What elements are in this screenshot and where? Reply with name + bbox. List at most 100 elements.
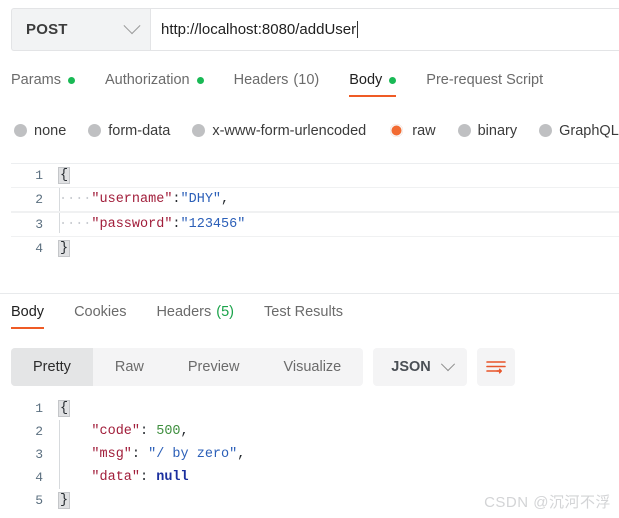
json-colon: : xyxy=(140,424,157,439)
code-line: 4 "data": null xyxy=(11,466,619,489)
code-content: "code": 500, xyxy=(59,424,189,439)
json-colon: : xyxy=(140,470,157,485)
line-number: 3 xyxy=(35,217,43,232)
body-type-radio-group: none form-data x-www-form-urlencoded raw… xyxy=(14,122,619,139)
body-type-form-data-label: form-data xyxy=(108,122,171,139)
code-line: 3 ····"password":"123456" xyxy=(11,212,619,237)
body-type-graphql-label: GraphQL xyxy=(559,122,619,139)
json-colon: : xyxy=(131,447,149,462)
json-comma: , xyxy=(221,192,230,207)
code-content: { xyxy=(57,167,71,184)
code-line: 3 "msg": "/ by zero", xyxy=(11,443,619,466)
url-bar: POST http://localhost:8080/addUser xyxy=(11,8,619,51)
open-brace: { xyxy=(57,167,71,184)
json-key: "username" xyxy=(91,192,173,207)
postman-window: POST http://localhost:8080/addUser Param… xyxy=(0,0,619,518)
body-type-none[interactable]: none xyxy=(14,123,66,139)
code-content: ····"username":"DHY", xyxy=(59,192,229,207)
response-format-value: JSON xyxy=(391,359,431,375)
body-type-none-label: none xyxy=(34,122,67,139)
json-key: "password" xyxy=(91,217,173,232)
line-number: 3 xyxy=(35,447,43,462)
radio-icon xyxy=(539,124,553,137)
json-colon: : xyxy=(172,217,181,232)
code-content: { xyxy=(57,400,71,417)
open-brace: { xyxy=(57,400,71,417)
status-dot-icon xyxy=(196,76,204,84)
json-comma: , xyxy=(180,424,189,439)
response-format-select[interactable]: JSON xyxy=(373,348,467,386)
body-type-binary[interactable]: binary xyxy=(457,122,518,139)
view-mode-pretty[interactable]: Pretty xyxy=(11,348,93,386)
chevron-down-icon xyxy=(440,357,455,372)
json-key: "data" xyxy=(91,470,141,485)
watermark: CSDN @沉河不浮 xyxy=(484,494,611,511)
line-number: 1 xyxy=(35,168,43,183)
radio-icon xyxy=(457,124,471,137)
json-value: "123456" xyxy=(180,217,246,232)
response-tab-cookies-label: Cookies xyxy=(74,304,127,320)
code-content: } xyxy=(57,240,71,257)
body-type-raw[interactable]: raw xyxy=(388,122,436,139)
chevron-down-icon xyxy=(123,16,141,34)
response-tab-test-results[interactable]: Test Results xyxy=(264,304,343,329)
tab-params-label: Params xyxy=(11,72,61,88)
view-mode-raw[interactable]: Raw xyxy=(93,348,166,386)
body-type-raw-label: raw xyxy=(412,122,436,139)
response-tabs: Body Cookies Headers (5) Test Results xyxy=(11,304,373,329)
response-tab-headers-count: (5) xyxy=(216,304,234,320)
body-type-binary-label: binary xyxy=(477,122,518,139)
indent-dots: ···· xyxy=(59,192,92,207)
word-wrap-button[interactable] xyxy=(476,348,515,386)
tab-pre-request-script[interactable]: Pre-request Script xyxy=(426,72,543,97)
tab-params[interactable]: Params xyxy=(11,72,75,97)
body-type-x-www-form-urlencoded[interactable]: x-www-form-urlencoded xyxy=(192,123,366,139)
word-wrap-icon xyxy=(485,361,506,374)
http-method-select[interactable]: POST xyxy=(11,8,150,51)
view-mode-visualize[interactable]: Visualize xyxy=(261,348,363,386)
indent-dots: ···· xyxy=(59,217,92,232)
code-content: "msg": "/ by zero", xyxy=(59,447,245,462)
tab-authorization[interactable]: Authorization xyxy=(105,72,204,97)
response-view-mode-group: Pretty Raw Preview Visualize xyxy=(11,348,364,386)
radio-icon xyxy=(14,124,27,137)
view-mode-preview[interactable]: Preview xyxy=(166,348,262,386)
response-format-toolbar: Pretty Raw Preview Visualize JSON xyxy=(11,348,515,386)
close-brace: } xyxy=(57,492,71,509)
text-caret xyxy=(357,21,359,38)
radio-icon xyxy=(192,124,206,137)
tab-headers[interactable]: Headers (10) xyxy=(234,72,320,97)
line-number: 5 xyxy=(35,493,43,508)
body-type-graphql[interactable]: GraphQL xyxy=(539,123,619,139)
code-content: ····"password":"123456" xyxy=(59,217,245,232)
request-body-editor[interactable]: 1 { 2 ····"username":"DHY", 3 ····"passw… xyxy=(11,163,619,286)
json-key: "code" xyxy=(91,424,141,439)
line-number: 2 xyxy=(35,424,43,439)
response-tab-headers[interactable]: Headers (5) xyxy=(156,304,234,329)
line-number: 2 xyxy=(35,192,43,207)
body-type-form-data[interactable]: form-data xyxy=(88,123,170,139)
radio-icon xyxy=(88,124,102,137)
response-tab-cookies[interactable]: Cookies xyxy=(74,304,126,329)
tab-body[interactable]: Body xyxy=(349,72,397,97)
code-content: } xyxy=(57,492,71,509)
status-dot-icon xyxy=(67,76,75,84)
json-value: "DHY" xyxy=(180,192,222,207)
status-dot-icon xyxy=(389,76,397,84)
code-line: 4 } xyxy=(11,237,619,260)
tab-pre-request-script-label: Pre-request Script xyxy=(426,72,544,88)
tab-body-label: Body xyxy=(349,72,383,88)
response-tab-body-label: Body xyxy=(11,304,45,320)
request-tabs: Params Authorization Headers (10) Body P… xyxy=(11,72,573,97)
response-tab-body[interactable]: Body xyxy=(11,304,45,329)
tab-authorization-label: Authorization xyxy=(104,72,190,88)
json-value: "/ by zero" xyxy=(148,447,238,462)
tab-headers-label: Headers xyxy=(233,72,289,88)
json-value: null xyxy=(156,470,189,485)
close-brace: } xyxy=(57,240,71,257)
url-input[interactable]: http://localhost:8080/addUser xyxy=(150,8,619,51)
code-content: "data": null xyxy=(59,470,189,485)
body-type-x-www-form-urlencoded-label: x-www-form-urlencoded xyxy=(212,122,367,139)
